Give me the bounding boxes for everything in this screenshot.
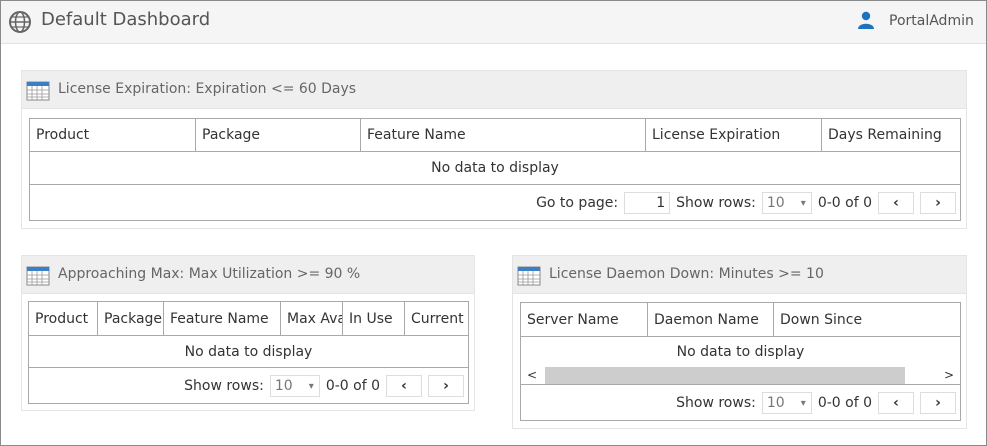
column-header-feature-name[interactable]: Feature Name bbox=[164, 302, 281, 335]
license-daemon-down-panel: License Daemon Down: Minutes >= 10 Serve… bbox=[512, 255, 967, 429]
pager: Go to page: 1 Show rows: 10 ▾ 0-0 of 0 ‹ … bbox=[30, 185, 960, 220]
top-bar: Default Dashboard PortalAdmin bbox=[1, 1, 986, 44]
next-page-button[interactable]: › bbox=[920, 391, 956, 414]
rows-value: 10 bbox=[274, 377, 293, 394]
column-header-product[interactable]: Product bbox=[29, 302, 98, 335]
column-header-product[interactable]: Product bbox=[30, 119, 196, 151]
column-header-max-available[interactable]: Max Available bbox=[281, 302, 343, 335]
grid-icon bbox=[517, 266, 541, 286]
page-range: 0-0 of 0 bbox=[817, 394, 872, 411]
column-header-in-use[interactable]: In Use bbox=[343, 302, 405, 335]
empty-message: No data to display bbox=[30, 152, 960, 185]
license-expiration-panel: License Expiration: Expiration <= 60 Day… bbox=[21, 70, 967, 229]
panel-title: Approaching Max: Max Utilization >= 90 % bbox=[58, 266, 361, 282]
chevron-down-icon: ▾ bbox=[308, 380, 314, 392]
column-header-days-remaining[interactable]: Days Remaining bbox=[822, 119, 960, 151]
approaching-max-panel: Approaching Max: Max Utilization >= 90 %… bbox=[21, 255, 475, 411]
prev-page-button[interactable]: ‹ bbox=[878, 391, 914, 414]
globe-icon bbox=[9, 11, 31, 33]
column-header-feature-name[interactable]: Feature Name bbox=[361, 119, 646, 151]
chevron-down-icon: ▾ bbox=[800, 197, 806, 209]
column-header-license-expiration[interactable]: License Expiration bbox=[646, 119, 822, 151]
panel-header: Approaching Max: Max Utilization >= 90 % bbox=[22, 256, 474, 294]
page-range: 0-0 of 0 bbox=[817, 194, 872, 211]
rows-select[interactable]: 10 ▾ bbox=[761, 191, 812, 214]
data-grid: Product Package Feature Name Max Availab… bbox=[28, 301, 469, 404]
panel-header: License Expiration: Expiration <= 60 Day… bbox=[22, 71, 966, 109]
column-header-down-since[interactable]: Down Since bbox=[774, 303, 960, 336]
chevron-down-icon: ▾ bbox=[800, 397, 806, 409]
page-input[interactable]: 1 bbox=[624, 191, 671, 214]
rows-select[interactable]: 10 ▾ bbox=[761, 391, 812, 414]
user-menu[interactable]: PortalAdmin bbox=[889, 13, 974, 29]
rows-select[interactable]: 10 ▾ bbox=[269, 374, 320, 397]
data-grid: Server Name Daemon Name Down Since No da… bbox=[520, 302, 961, 421]
column-header-current[interactable]: Current bbox=[405, 302, 468, 335]
show-rows-label: Show rows: bbox=[184, 377, 264, 394]
column-header-server-name[interactable]: Server Name bbox=[521, 303, 648, 336]
prev-page-button[interactable]: ‹ bbox=[386, 374, 422, 397]
column-header-package[interactable]: Package bbox=[196, 119, 361, 151]
data-grid: Product Package Feature Name License Exp… bbox=[29, 118, 961, 221]
page-title: Default Dashboard bbox=[41, 9, 211, 30]
scroll-right-icon[interactable]: > bbox=[944, 368, 954, 382]
column-header-package[interactable]: Package bbox=[98, 302, 164, 335]
go-to-page-label: Go to page: bbox=[536, 194, 619, 211]
pager: Show rows: 10 ▾ 0-0 of 0 ‹ › bbox=[521, 385, 960, 420]
show-rows-label: Show rows: bbox=[676, 394, 756, 411]
user-icon[interactable] bbox=[857, 11, 875, 29]
horizontal-scrollbar[interactable]: < > bbox=[521, 366, 960, 385]
panel-title: License Expiration: Expiration <= 60 Day… bbox=[58, 81, 357, 97]
rows-value: 10 bbox=[766, 394, 785, 411]
next-page-button[interactable]: › bbox=[428, 374, 464, 397]
empty-message: No data to display bbox=[676, 343, 805, 360]
column-header-daemon-name[interactable]: Daemon Name bbox=[648, 303, 774, 336]
rows-value: 10 bbox=[766, 194, 785, 211]
next-page-button[interactable]: › bbox=[920, 191, 956, 214]
empty-message: No data to display bbox=[29, 336, 468, 368]
pager: Show rows: 10 ▾ 0-0 of 0 ‹ › bbox=[29, 368, 468, 403]
scroll-left-icon[interactable]: < bbox=[527, 368, 537, 382]
page-range: 0-0 of 0 bbox=[325, 377, 380, 394]
panel-header: License Daemon Down: Minutes >= 10 bbox=[513, 256, 966, 294]
grid-icon bbox=[26, 81, 50, 101]
grid-icon bbox=[26, 266, 50, 286]
show-rows-label: Show rows: bbox=[676, 194, 756, 211]
scrollbar-thumb[interactable] bbox=[545, 366, 906, 384]
prev-page-button[interactable]: ‹ bbox=[878, 191, 914, 214]
panel-title: License Daemon Down: Minutes >= 10 bbox=[549, 266, 824, 282]
